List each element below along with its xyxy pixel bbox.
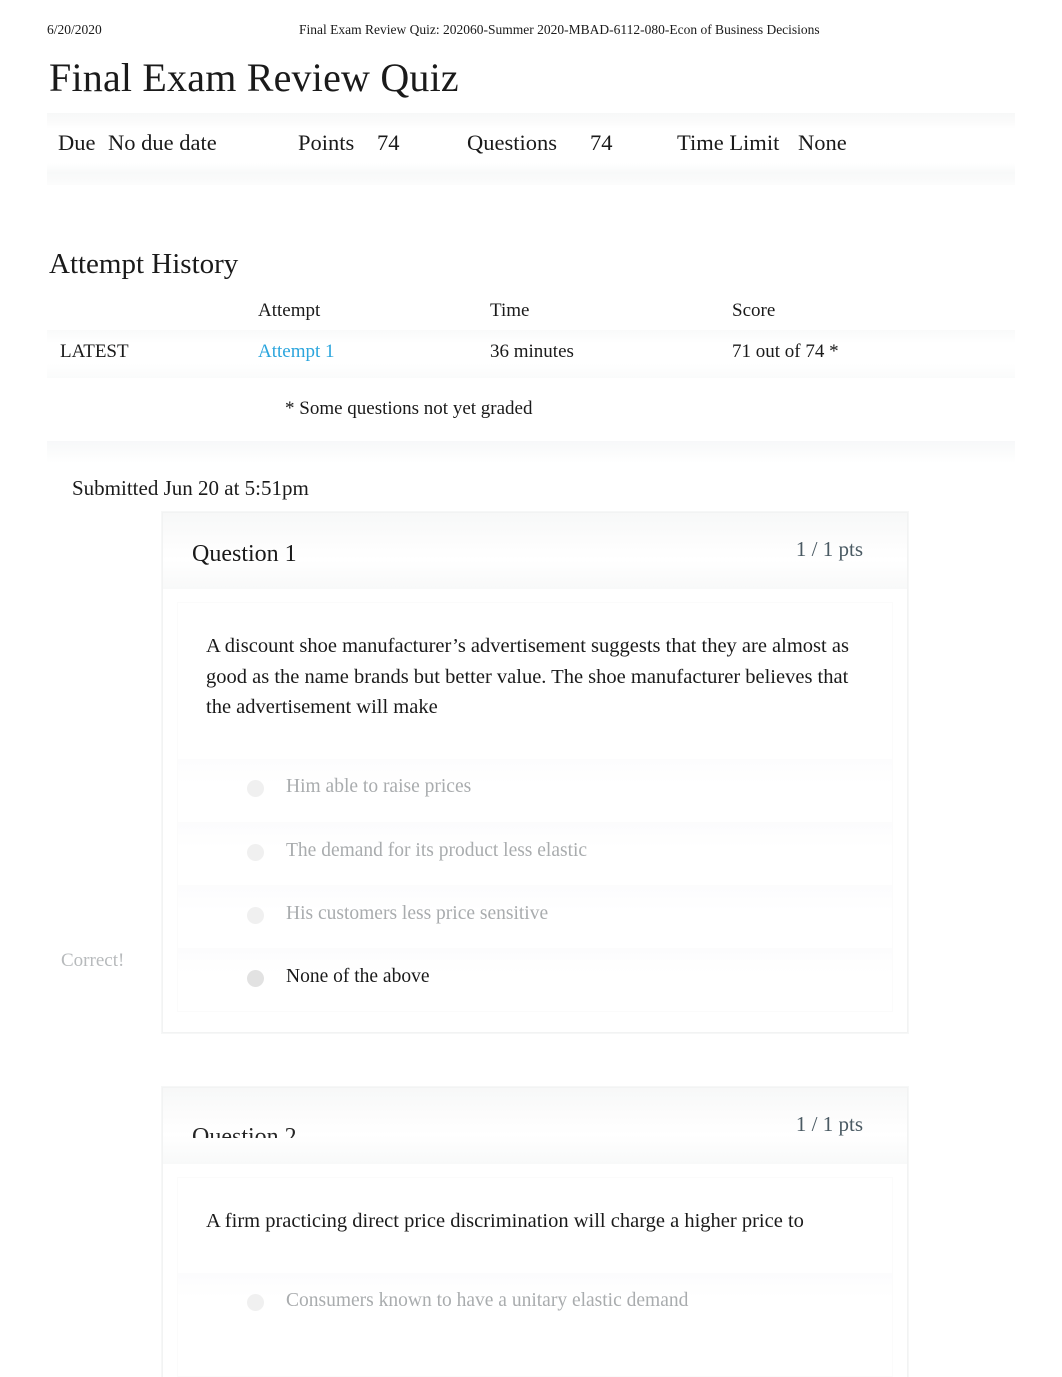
- answer-label: The demand for its product less elastic: [286, 839, 588, 861]
- meta-band-top-shade: [47, 113, 1015, 129]
- page-title: Final Exam Review Quiz: [49, 55, 459, 100]
- meta-band-bottom-shade: [47, 163, 1015, 185]
- time-limit-value: None: [798, 130, 847, 155]
- question-body: A discount shoe manufacturer’s advertise…: [177, 602, 893, 1012]
- question-header: Question 1 1 / 1 pts: [163, 513, 907, 589]
- attempt-link[interactable]: Attempt 1: [258, 341, 335, 363]
- question-card: Question 1 1 / 1 pts A discount shoe man…: [162, 512, 908, 1033]
- answer-list: Consumers known to have a unitary elasti…: [178, 1272, 892, 1336]
- answer-option[interactable]: Him able to raise prices: [178, 758, 892, 822]
- answer-label: His customers less price sensitive: [286, 902, 549, 924]
- attempt-history-heading: Attempt History: [49, 248, 239, 280]
- print-date: 6/20/2020: [47, 22, 102, 37]
- question-title: Question 1: [192, 541, 297, 567]
- attempt-history-table: Attempt Time Score LATEST Attempt 1 36 m…: [47, 300, 1015, 378]
- questions-label: Questions: [467, 130, 557, 155]
- question-title: Question 2: [192, 1124, 297, 1138]
- attempt-time: 36 minutes: [490, 341, 574, 362]
- column-header-time: Time: [490, 300, 530, 321]
- answer-option-selected[interactable]: None of the above: [178, 947, 892, 1011]
- attempt-footnote-wrap: * Some questions not yet graded: [47, 398, 1015, 420]
- column-header-attempt: Attempt: [258, 300, 321, 321]
- attempt-footnote: * Some questions not yet graded: [285, 398, 533, 419]
- column-header-score: Score: [732, 300, 776, 321]
- answer-option[interactable]: Consumers known to have a unitary elasti…: [178, 1272, 892, 1336]
- question-points: 1 / 1 pts: [795, 1112, 863, 1136]
- due-value: No due date: [108, 130, 217, 155]
- radio-button-icon[interactable]: [247, 906, 264, 924]
- radio-button-icon[interactable]: [247, 843, 264, 861]
- quiz-meta-band: Due No due date Points 74 Questions 74 T…: [47, 113, 1015, 185]
- print-document-title: Final Exam Review Quiz: 202060-Summer 20…: [299, 22, 820, 37]
- print-header: 6/20/2020 Final Exam Review Quiz: 202060…: [0, 22, 1062, 44]
- table-row: LATEST Attempt 1 36 minutes 71 out of 74…: [47, 330, 1015, 378]
- radio-button-icon[interactable]: [247, 1293, 264, 1311]
- answer-option[interactable]: The demand for its product less elastic: [178, 821, 892, 885]
- radio-button-selected-icon[interactable]: [247, 969, 264, 987]
- attempt-score: 71 out of 74 *: [732, 341, 839, 362]
- question-text: A firm practicing direct price discrimin…: [206, 1210, 804, 1232]
- question-header: Question 2 1 / 1 pts: [163, 1088, 907, 1164]
- questions-value: 74: [590, 130, 613, 155]
- answer-label: Him able to raise prices: [286, 775, 472, 797]
- submitted-timestamp: Submitted Jun 20 at 5:51pm: [72, 476, 309, 500]
- answer-option[interactable]: His customers less price sensitive: [178, 884, 892, 948]
- question-body: A firm practicing direct price discrimin…: [177, 1177, 893, 1377]
- question-card: Question 2 1 / 1 pts A firm practicing d…: [162, 1087, 908, 1377]
- attempt-history-bottom-shade: [47, 441, 1015, 463]
- table-header-row: Attempt Time Score: [47, 300, 1015, 330]
- latest-badge: LATEST: [60, 341, 129, 362]
- question-text: A discount shoe manufacturer’s advertise…: [206, 635, 849, 718]
- correct-flag: Correct!: [61, 950, 125, 971]
- due-label: Due: [58, 130, 96, 155]
- radio-button-icon[interactable]: [247, 779, 264, 797]
- answer-label: None of the above: [286, 965, 430, 987]
- answer-list: Him able to raise prices The demand for …: [178, 758, 892, 1011]
- points-label: Points: [298, 130, 355, 155]
- question-points: 1 / 1 pts: [795, 537, 863, 561]
- answer-label: Consumers known to have a unitary elasti…: [286, 1289, 689, 1311]
- points-value: 74: [377, 130, 400, 155]
- time-limit-label: Time Limit: [677, 130, 780, 155]
